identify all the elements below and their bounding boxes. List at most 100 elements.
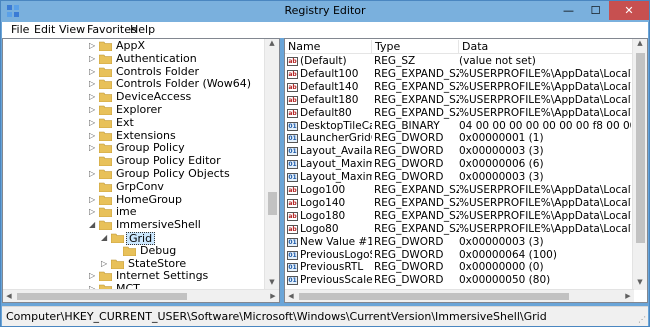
value-name: Logo140: [300, 196, 346, 209]
value-row[interactable]: 01PreviousLogoSc...REG_DWORD 0x00000064 (…: [285, 249, 634, 262]
binary-value-icon: 01: [287, 160, 298, 170]
tree-horizontal-scrollbar[interactable]: ◀ ▶: [3, 289, 279, 302]
expand-arrow-icon[interactable]: ▷: [89, 118, 97, 127]
expand-arrow-icon[interactable]: ▷: [89, 131, 97, 140]
values-hscroll-thumb[interactable]: [299, 293, 569, 300]
expand-arrow-icon[interactable]: ▷: [101, 259, 109, 268]
value-type: REG_EXPAND_SZ: [374, 93, 459, 106]
string-value-icon: ab: [287, 198, 298, 208]
value-row[interactable]: ab Default140 REG_EXPAND_SZ %USERPROFILE%\A…: [285, 81, 634, 94]
expand-arrow-icon[interactable]: ▷: [89, 195, 97, 204]
value-data: %USERPROFILE%\AppData\Local\Microsoft\W: [459, 67, 631, 80]
value-row[interactable]: ab Logo180 REG_EXPAND_SZ %USERPROFILE%\AppD…: [285, 210, 634, 223]
value-data: 0x00000003 (3): [459, 171, 544, 184]
value-row[interactable]: ab Default80 REG_EXPAND_SZ %USERPROFILE%\Ap…: [285, 107, 634, 120]
value-data: %USERPROFILE%\AppData\Local\Microsoft\W: [459, 196, 631, 209]
value-row[interactable]: 01Layout_Maximu...REG_DWORD 0x00000006 (6…: [285, 158, 634, 171]
tree-item[interactable]: Debug: [3, 244, 265, 258]
value-row[interactable]: 01PreviousScaleFa...REG_DWORD 0x00000050 …: [285, 274, 634, 287]
tree-item[interactable]: ▷ Ext: [3, 116, 265, 130]
menu-file[interactable]: File: [11, 23, 29, 36]
scroll-right-arrow-icon[interactable]: ▶: [622, 290, 634, 302]
tree-item[interactable]: GrpConv: [3, 180, 265, 194]
scroll-down-arrow-icon[interactable]: ▼: [633, 278, 647, 290]
column-header-type[interactable]: Type: [372, 40, 459, 54]
expand-arrow-icon[interactable]: ▷: [89, 105, 97, 114]
value-row[interactable]: 01DesktopTileCac...REG_BINARY 04 00 00 00…: [285, 120, 634, 133]
tree-item[interactable]: ▷ Authentication: [3, 52, 265, 66]
folder-icon: [99, 41, 112, 51]
value-row[interactable]: 01LauncherGridCo...REG_DWORD 0x00000001 (…: [285, 132, 634, 145]
value-data: %USERPROFILE%\AppData\Local\Microsoft\W: [459, 222, 631, 235]
value-row[interactable]: ab Default180 REG_EXPAND_SZ %USERPROFILE%\A…: [285, 94, 634, 107]
maximize-button[interactable]: ☐: [582, 1, 609, 20]
menu-view[interactable]: View: [59, 23, 85, 36]
values-vertical-scrollbar[interactable]: ▲ ▼: [632, 39, 647, 290]
value-row[interactable]: 01Layout_Availabl...REG_DWORD 0x00000003 …: [285, 145, 634, 158]
scroll-left-arrow-icon[interactable]: ◀: [3, 290, 15, 302]
values-horizontal-scrollbar[interactable]: ◀ ▶: [285, 289, 634, 302]
value-row[interactable]: ab Logo100 REG_EXPAND_SZ %USERPROFILE%\AppD…: [285, 184, 634, 197]
binary-value-icon: 01: [287, 173, 298, 183]
scroll-left-arrow-icon[interactable]: ◀: [285, 290, 297, 302]
value-data: 04 00 00 00 00 00 00 00 f8 00 00 00 78 0…: [459, 119, 631, 132]
tree-hscroll-thumb[interactable]: [17, 293, 187, 300]
scroll-right-arrow-icon[interactable]: ▶: [267, 290, 279, 302]
minimize-button[interactable]: —: [555, 1, 582, 20]
value-type: REG_EXPAND_SZ: [374, 196, 459, 209]
expand-arrow-icon[interactable]: ◢: [89, 220, 97, 229]
value-row[interactable]: ab Logo80 REG_EXPAND_SZ %USERPROFILE%\AppDa…: [285, 223, 634, 236]
expand-arrow-icon[interactable]: ▷: [89, 143, 97, 152]
value-data: 0x00000000 (0): [459, 261, 544, 274]
value-name: Layout_Availabl...: [300, 145, 372, 158]
column-header-data[interactable]: Data: [459, 40, 634, 54]
value-row[interactable]: 01 New Value #1 REG_DWORD 0x00000003 (3): [285, 236, 634, 249]
column-header-name[interactable]: Name: [285, 40, 372, 54]
folder-icon: [99, 92, 112, 103]
binary-value-icon: 01: [287, 237, 298, 247]
value-name: Layout_Maximu...: [300, 158, 372, 171]
values-scroll-thumb[interactable]: [636, 53, 645, 243]
tree-item[interactable]: ▷ AppX: [3, 39, 265, 53]
scroll-up-arrow-icon[interactable]: ▲: [265, 39, 279, 51]
tree-scroll-thumb[interactable]: [268, 192, 277, 215]
tree-item[interactable]: ▷ Group Policy Objects: [3, 167, 265, 181]
expand-arrow-icon[interactable]: ▷: [89, 207, 97, 216]
expand-arrow-icon[interactable]: ▷: [89, 271, 97, 280]
value-name: DesktopTileCac...: [300, 119, 372, 132]
menu-bar: File Edit View Favorites Help: [2, 22, 648, 38]
tree-vertical-scrollbar[interactable]: ▲ ▼: [264, 39, 279, 290]
value-row[interactable]: ab Logo140 REG_EXPAND_SZ %USERPROFILE%\AppD…: [285, 197, 634, 210]
value-name: New Value #1: [300, 235, 372, 248]
resize-grip-icon[interactable]: ⋰: [638, 315, 646, 324]
close-button[interactable]: ✕: [609, 1, 649, 20]
values-list-pane[interactable]: Name Type Data ab (Default) REG_SZ (value n…: [284, 38, 648, 303]
tree-item[interactable]: ▷ Explorer: [3, 103, 265, 117]
expand-arrow-icon[interactable]: ▷: [89, 41, 97, 50]
value-type: REG_DWORD: [374, 145, 444, 158]
expand-arrow-icon[interactable]: ▷: [89, 79, 97, 88]
value-row[interactable]: 01 PreviousRTL REG_DWORD 0x00000000 (0): [285, 261, 634, 274]
menu-help[interactable]: Help: [130, 23, 155, 36]
title-bar[interactable]: Registry Editor — ☐ ✕: [1, 1, 649, 22]
folder-icon: [99, 156, 112, 167]
tree-item[interactable]: ◢ ImmersiveShell: [3, 218, 265, 232]
value-type: REG_DWORD: [374, 132, 444, 145]
value-row[interactable]: ab Default100 REG_EXPAND_SZ %USERPROFILE%\A…: [285, 68, 634, 81]
expand-arrow-icon[interactable]: ▷: [89, 67, 97, 76]
folder-icon: [99, 105, 112, 115]
value-row[interactable]: 01Layout_Maximu...REG_DWORD 0x00000003 (3…: [285, 171, 634, 184]
value-row[interactable]: ab (Default) REG_SZ (value not set): [285, 55, 634, 68]
value-type: REG_BINARY: [374, 119, 440, 132]
string-value-icon: ab: [287, 108, 298, 118]
expand-arrow-icon[interactable]: ▷: [89, 169, 97, 178]
menu-edit[interactable]: Edit: [34, 23, 55, 36]
scroll-up-arrow-icon[interactable]: ▲: [633, 39, 647, 51]
key-tree-pane[interactable]: ▷ AppX ▷ Authentication ▷ Controls Folder ▷ Con…: [2, 38, 280, 303]
expand-arrow-icon[interactable]: ▷: [89, 92, 97, 101]
binary-value-icon: 01: [287, 121, 298, 131]
tree-item[interactable]: ◢ Grid: [3, 232, 265, 245]
folder-icon: [99, 131, 112, 141]
expand-arrow-icon[interactable]: ▷: [89, 54, 97, 63]
expand-arrow-icon[interactable]: ◢: [101, 233, 109, 242]
